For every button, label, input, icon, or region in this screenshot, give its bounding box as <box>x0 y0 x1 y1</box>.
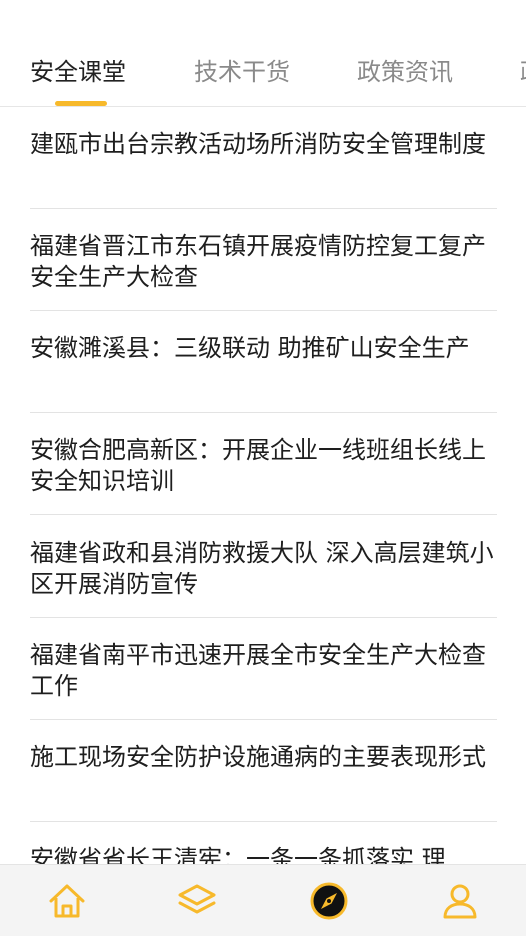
bottom-navigation <box>0 864 526 936</box>
article-list[interactable]: 建瓯市出台宗教活动场所消防安全管理制度 福建省晋江市东石镇开展疫情防控复工复产安… <box>0 107 526 864</box>
article-title: 福建省晋江市东石镇开展疫情防控复工复产安全生产大检查 <box>30 232 486 291</box>
compass-icon <box>310 882 348 920</box>
article-title: 福建省南平市迅速开展全市安全生产大检查工作 <box>30 641 486 700</box>
list-item[interactable]: 安徽省省长王清宪：一条一条抓落实 理 <box>30 822 497 864</box>
list-item[interactable]: 施工现场安全防护设施通病的主要表现形式 <box>30 720 497 822</box>
list-item[interactable]: 福建省晋江市东石镇开展疫情防控复工复产安全生产大检查 <box>30 209 497 311</box>
tab-technical-goods[interactable]: 技术干货 <box>194 52 290 92</box>
user-icon <box>443 884 477 919</box>
tab-safety-classroom[interactable]: 安全课堂 <box>30 52 126 92</box>
tab-policy-news[interactable]: 政策资讯 <box>357 52 453 92</box>
tab-partial-next[interactable]: 政 <box>520 52 526 92</box>
article-title: 建瓯市出台宗教活动场所消防安全管理制度 <box>30 130 486 158</box>
app-screen: 安全课堂 技术干货 政策资讯 政 建瓯市出台宗教活动场所消防安全管理制度 福建省… <box>0 0 526 936</box>
nav-home-button[interactable] <box>43 877 91 925</box>
list-item[interactable]: 福建省南平市迅速开展全市安全生产大检查工作 <box>30 618 497 720</box>
list-item[interactable]: 福建省政和县消防救援大队 深入高层建筑小区开展消防宣传 <box>30 516 497 618</box>
category-tabs: 安全课堂 技术干货 政策资讯 政 <box>0 0 526 107</box>
article-title: 安徽合肥高新区：开展企业一线班组长线上安全知识培训 <box>30 436 486 495</box>
list-item[interactable]: 安徽濉溪县：三级联动 助推矿山安全生产 <box>30 311 497 413</box>
active-tab-indicator <box>55 101 107 106</box>
home-icon <box>49 884 85 918</box>
article-title: 施工现场安全防护设施通病的主要表现形式 <box>30 743 486 771</box>
list-item[interactable]: 安徽合肥高新区：开展企业一线班组长线上安全知识培训 <box>30 413 497 515</box>
list-item[interactable]: 建瓯市出台宗教活动场所消防安全管理制度 <box>30 107 497 209</box>
article-title: 安徽濉溪县：三级联动 助推矿山安全生产 <box>30 334 470 362</box>
article-title: 安徽省省长王清宪：一条一条抓落实 理 <box>30 845 446 864</box>
article-title: 福建省政和县消防救援大队 深入高层建筑小区开展消防宣传 <box>30 539 494 598</box>
nav-compass-button[interactable] <box>305 877 353 925</box>
nav-profile-button[interactable] <box>436 877 484 925</box>
layers-icon <box>178 884 216 914</box>
nav-layers-button[interactable] <box>173 877 221 925</box>
